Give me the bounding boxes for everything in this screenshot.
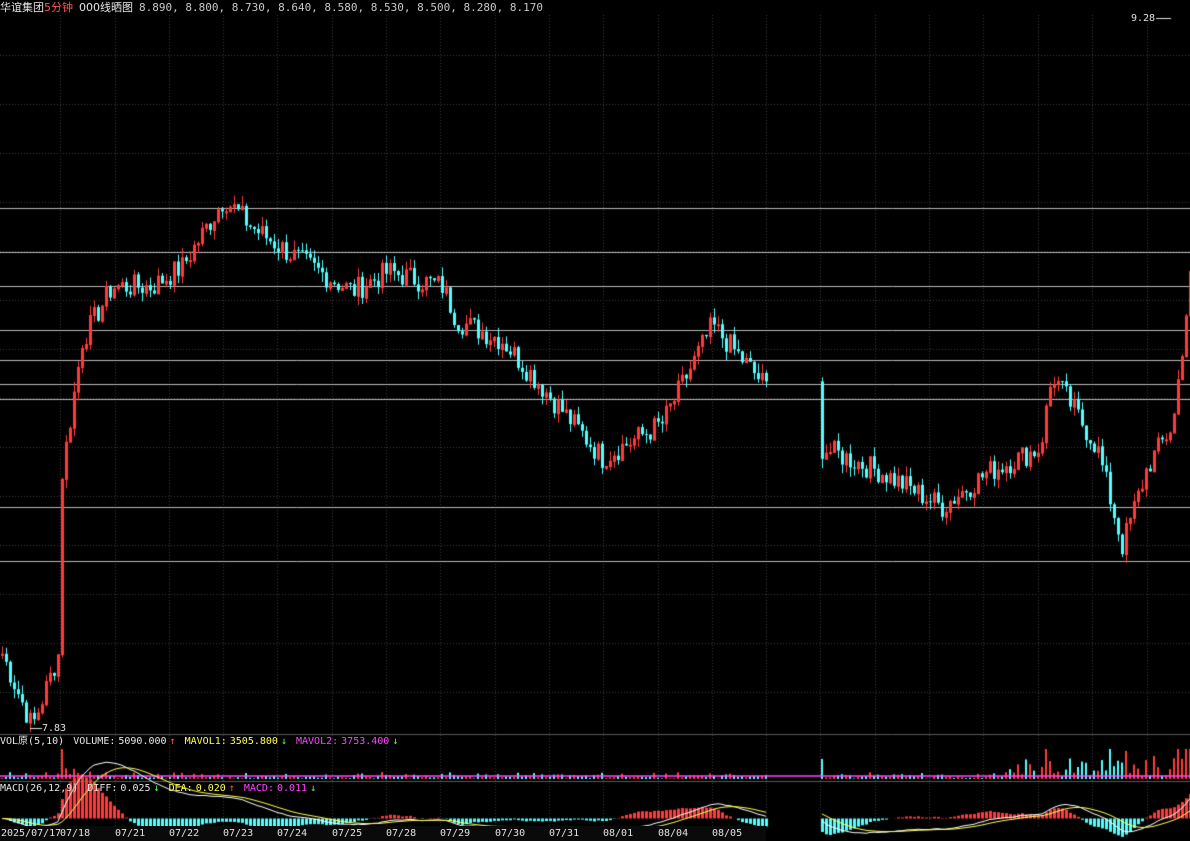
x-axis-label: 07/22 bbox=[169, 828, 200, 839]
diff-arrow: ↓ bbox=[153, 783, 160, 794]
x-axis-label: 07/21 bbox=[115, 828, 146, 839]
volume-value: 5090.000 bbox=[118, 736, 167, 747]
x-axis-label: 07/30 bbox=[495, 828, 526, 839]
chart-header: 华谊集团5分钟 000线晒图 8.890, 8.800, 8.730, 8.640,… bbox=[0, 0, 543, 16]
levels-text: 8.890, 8.800, 8.730, 8.640, 8.580, 8.530… bbox=[139, 1, 543, 14]
mavol2-label: MAVOL2: bbox=[296, 736, 339, 747]
volume-arrow: ↑ bbox=[169, 736, 176, 747]
macd-value: 0.011 bbox=[276, 783, 308, 794]
macd-label: MACD: bbox=[243, 783, 274, 794]
mavol1-label: MAVOL1: bbox=[184, 736, 227, 747]
macd-arrow: ↓ bbox=[310, 783, 317, 794]
dea-arrow: ↑ bbox=[228, 783, 235, 794]
x-axis-label: 07/31 bbox=[549, 828, 580, 839]
vol-name[interactable]: VOL原(5,10) bbox=[0, 736, 64, 747]
high-price-label: 9.28 bbox=[1131, 13, 1156, 24]
x-axis-label: 07/23 bbox=[223, 828, 254, 839]
volume-label: VOLUME: bbox=[73, 736, 116, 747]
diff-label: DIFF: bbox=[87, 783, 118, 794]
dea-value: 0.020 bbox=[195, 783, 226, 794]
x-axis-label: 07/25 bbox=[332, 828, 363, 839]
x-axis-label: 07/24 bbox=[277, 828, 308, 839]
x-axis-label: 07/18 bbox=[60, 828, 91, 839]
dea-label: DEA: bbox=[168, 783, 193, 794]
tool-label: 000线晒图 bbox=[79, 1, 133, 14]
vol-indicator-strip: VOL原(5,10) VOLUME: 5090.000 ↑ MAVOL1: 3505.… bbox=[0, 735, 401, 749]
mavol1-arrow: ↓ bbox=[280, 736, 287, 747]
period-label[interactable]: 5分钟 bbox=[44, 1, 73, 14]
mavol2-value: 3753.400 bbox=[341, 736, 390, 747]
x-axis-label: 07/28 bbox=[386, 828, 417, 839]
x-axis-label: 08/05 bbox=[712, 828, 743, 839]
macd-name[interactable]: MACD(26,12,9) bbox=[0, 783, 78, 794]
x-axis-label: 2025/07/17 bbox=[1, 828, 62, 839]
diff-value: 0.025 bbox=[120, 783, 151, 794]
stock-name[interactable]: 华谊集团 bbox=[0, 1, 44, 14]
low-price-label: 7.83 bbox=[42, 723, 67, 734]
mavol2-arrow: ↓ bbox=[392, 736, 399, 747]
mavol1-value: 3505.800 bbox=[229, 736, 278, 747]
x-axis-label: 08/04 bbox=[658, 828, 689, 839]
kline-canvas[interactable] bbox=[0, 0, 1190, 841]
x-axis-label: 07/29 bbox=[440, 828, 471, 839]
x-axis-label: 08/01 bbox=[603, 828, 634, 839]
macd-indicator-strip: MACD(26,12,9) DIFF: 0.025 ↓ DEA: 0.020 ↑ MAC… bbox=[0, 782, 319, 796]
